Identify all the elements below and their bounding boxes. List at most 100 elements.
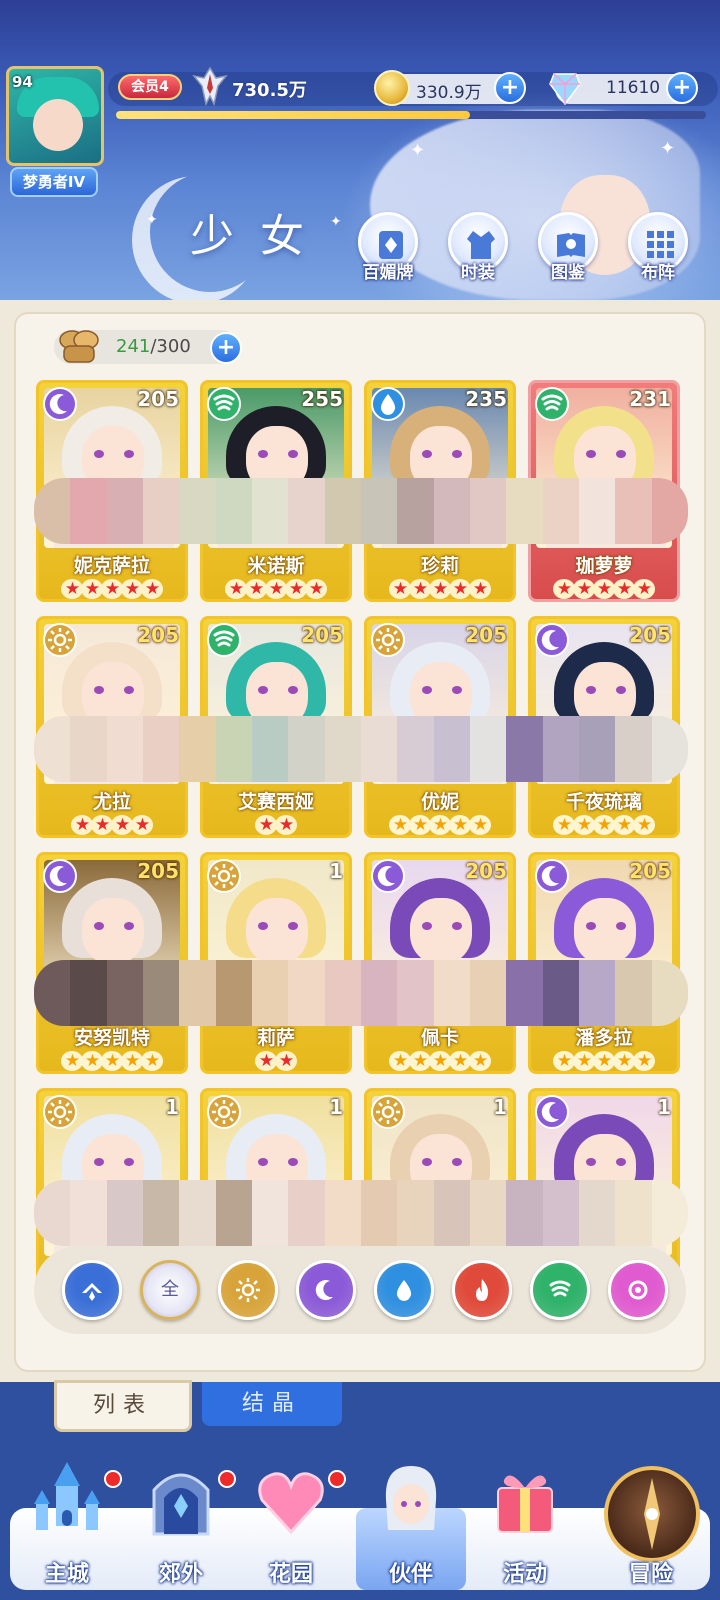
partner-level: 1 (657, 1095, 671, 1119)
encyclopedia-button[interactable]: 图鉴 (530, 212, 606, 288)
moon-element-icon (43, 387, 77, 421)
sun-element-icon (43, 1095, 77, 1129)
sparkle-icon: ✦ (660, 138, 676, 159)
star-icon: ★ (265, 579, 287, 599)
portrait-face (574, 898, 636, 964)
nav-main-city[interactable]: 主城 (12, 1460, 122, 1590)
add-coins-button[interactable]: + (494, 72, 526, 104)
nav-garden[interactable]: 花园 (236, 1460, 346, 1590)
star-icon: ★ (389, 1051, 411, 1071)
partner-icon (385, 1466, 437, 1530)
partner-name: 优妮 (420, 791, 459, 813)
partner-level: 1 (493, 1095, 507, 1119)
star-icon: ★ (449, 815, 471, 835)
partner-level: 235 (465, 387, 507, 411)
mosaic-strip (34, 960, 688, 1026)
tab-crystal[interactable]: 结晶 (202, 1382, 342, 1426)
sparkle-icon: ✦ (410, 140, 426, 161)
add-gems-button[interactable]: + (666, 72, 698, 104)
partner-name: 尤拉 (92, 791, 131, 813)
moon-element-icon (535, 623, 569, 657)
fire-filter-button[interactable] (452, 1260, 512, 1320)
nav-partners[interactable]: 伙伴 (356, 1460, 466, 1590)
partner-name: 珈萝萝 (575, 555, 633, 577)
portrait-eyes (586, 686, 626, 694)
star-icon: ★ (275, 1051, 297, 1071)
star-icon: ★ (633, 579, 655, 599)
partner-level: 205 (137, 859, 179, 883)
star-icon: ★ (449, 579, 471, 599)
sun-element-icon (371, 623, 405, 657)
gate-icon (152, 1473, 210, 1536)
expand-capacity-button[interactable]: + (210, 332, 242, 364)
nav-label: 冒险 (628, 1562, 673, 1587)
fire-filter-icon (467, 1279, 497, 1311)
star-rating: ★ ★ ★ ★ ★ (367, 1051, 513, 1071)
star-icon: ★ (429, 815, 451, 835)
card-deck-button[interactable]: 百媚牌 (350, 212, 426, 288)
notification-dot (218, 1470, 236, 1488)
wind-element-icon (535, 387, 569, 421)
vip-badge[interactable]: 会员4 (118, 74, 182, 100)
water-filter-button[interactable] (374, 1260, 434, 1320)
star-icon: ★ (101, 1051, 123, 1071)
star-icon: ★ (553, 579, 575, 599)
moon-filter-button[interactable] (296, 1260, 356, 1320)
star-icon: ★ (593, 579, 615, 599)
partner-level: 1 (165, 1095, 179, 1119)
moon-element-icon (535, 859, 569, 893)
sun-element-icon (43, 623, 77, 657)
star-icon: ★ (593, 815, 615, 835)
portrait-eyes (258, 450, 298, 458)
star-icon: ★ (81, 1051, 103, 1071)
water-filter-icon (389, 1280, 419, 1311)
star-icon: ★ (409, 815, 431, 835)
nav-events[interactable]: 活动 (470, 1460, 580, 1590)
light-filter-icon (623, 1280, 653, 1311)
partner-level: 205 (137, 623, 179, 647)
capacity-max: /300 (150, 336, 191, 357)
portrait-eyes (94, 686, 134, 694)
formation-button[interactable]: 布阵 (620, 212, 696, 288)
combat-power-value: 730.5万 (232, 80, 307, 101)
portrait-eyes (94, 1158, 134, 1166)
star-icon: ★ (429, 579, 451, 599)
star-icon: ★ (409, 1051, 431, 1071)
nav-label: 主城 (44, 1562, 89, 1587)
formation-label: 布阵 (641, 263, 675, 283)
notification-dot (328, 1470, 346, 1488)
nav-suburbs[interactable]: 郊外 (126, 1460, 236, 1590)
outfit-button[interactable]: 时装 (440, 212, 516, 288)
portrait-eyes (94, 922, 134, 930)
star-rating: ★ ★ ★ ★ ★ (531, 579, 677, 599)
sun-filter-button[interactable] (218, 1260, 278, 1320)
tab-list[interactable]: 列表 (54, 1380, 192, 1432)
star-icon: ★ (255, 1051, 277, 1071)
star-rating: ★ ★ ★ ★ ★ (367, 815, 513, 835)
star-icon: ★ (389, 815, 411, 835)
star-icon: ★ (121, 1051, 143, 1071)
partner-level: 205 (137, 387, 179, 411)
mosaic-strip (34, 1180, 688, 1246)
sparkle-icon: ✦ (330, 214, 342, 230)
star-icon: ★ (255, 815, 277, 835)
star-icon: ★ (61, 579, 83, 599)
star-icon: ★ (553, 1051, 575, 1071)
star-icon: ★ (111, 815, 133, 835)
all-filter-button[interactable]: 全 (140, 1260, 200, 1320)
light-filter-button[interactable] (608, 1260, 668, 1320)
moon-element-icon (43, 859, 77, 893)
wind-filter-button[interactable] (530, 1260, 590, 1320)
star-icon: ★ (429, 1051, 451, 1071)
star-icon: ★ (61, 1051, 83, 1071)
card-deck-label: 百媚牌 (362, 263, 414, 283)
player-title-badge[interactable]: 梦勇者IV (10, 167, 98, 197)
star-icon: ★ (101, 579, 123, 599)
star-icon: ★ (613, 579, 635, 599)
moon-filter-icon (311, 1280, 341, 1311)
star-icon: ★ (121, 579, 143, 599)
portrait-face (82, 898, 144, 964)
nav-label: 郊外 (158, 1562, 203, 1587)
rank-filter-button[interactable] (62, 1260, 122, 1320)
nav-adventure[interactable]: 冒险 (596, 1460, 706, 1590)
